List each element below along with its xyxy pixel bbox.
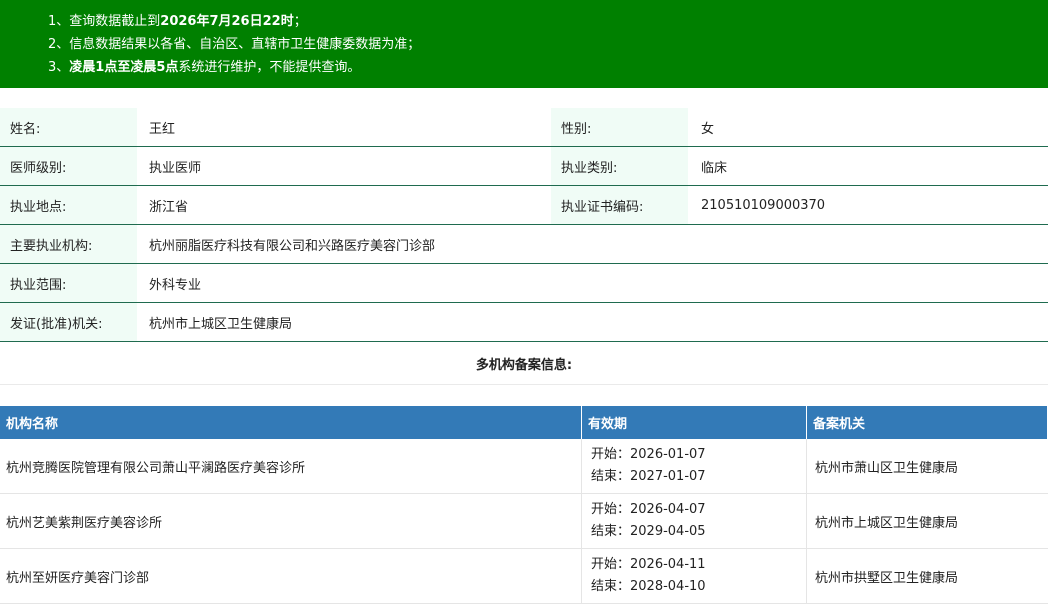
notice-line-3-end: 系统进行维护，不能提供查询。 xyxy=(178,60,361,75)
table-row: 杭州竞腾医院管理有限公司萧山平澜路医疗美容诊所 开始：2026-01-07 结束… xyxy=(0,439,1048,494)
location-value: 浙江省 xyxy=(149,199,189,215)
scope-value: 外科专业 xyxy=(149,277,202,293)
notice-line-1-end: ； xyxy=(293,14,307,29)
validity-start: 开始：2026-04-07 xyxy=(591,502,706,517)
location-label: 执业地点: xyxy=(0,186,137,224)
institution-label: 主要执业机构: xyxy=(0,225,137,263)
multi-institution-title: 多机构备案信息: xyxy=(0,343,1048,385)
validity-end: 结束：2027-01-07 xyxy=(591,469,706,484)
cert-value: 210510109000370 xyxy=(701,197,826,213)
table-row: 杭州至妍医疗美容门诊部 开始：2026-04-11 结束：2028-04-10 … xyxy=(0,549,1048,604)
info-row-name: 姓名: 王红 性别: 女 xyxy=(0,108,1048,147)
info-row-level: 医师级别: 执业医师 执业类别: 临床 xyxy=(0,147,1048,186)
category-label: 执业类别: xyxy=(551,147,688,185)
institution-value: 杭州丽脂医疗科技有限公司和兴路医疗美容门诊部 xyxy=(149,238,436,254)
row-validity: 开始：2026-04-11 结束：2028-04-10 xyxy=(582,549,807,603)
validity-end: 结束：2029-04-05 xyxy=(591,524,706,539)
table-header: 机构名称 有效期 备案机关 xyxy=(0,406,1048,439)
row-institution-name: 杭州至妍医疗美容门诊部 xyxy=(0,549,582,603)
row-validity: 开始：2026-01-07 结束：2027-01-07 xyxy=(582,439,807,493)
row-institution-name: 杭州艺美紫荆医疗美容诊所 xyxy=(0,494,582,548)
table-row: 杭州艺美紫荆医疗美容诊所 开始：2026-04-07 结束：2029-04-05… xyxy=(0,494,1048,549)
notice-line-1: 1、查询数据截止到2026年7月26日22时； xyxy=(48,10,1048,33)
category-value: 临床 xyxy=(701,160,728,176)
info-row-scope: 执业范围: 外科专业 xyxy=(0,264,1048,303)
issuer-value: 杭州市上城区卫生健康局 xyxy=(149,316,293,332)
level-label: 医师级别: xyxy=(0,147,137,185)
row-agency: 杭州市萧山区卫生健康局 xyxy=(815,460,959,476)
notice-banner: 1、查询数据截止到2026年7月26日22时； 2、信息数据结果以各省、自治区、… xyxy=(0,0,1048,88)
notice-line-2: 2、信息数据结果以各省、自治区、直辖市卫生健康委数据为准； xyxy=(48,37,421,52)
issuer-label: 发证(批准)机关: xyxy=(0,303,137,341)
notice-line-3-text: 3、 xyxy=(48,60,70,75)
validity-start: 开始：2026-04-11 xyxy=(591,557,706,572)
cert-label: 执业证书编码: xyxy=(551,186,688,224)
info-row-institution: 主要执业机构: 杭州丽脂医疗科技有限公司和兴路医疗美容门诊部 xyxy=(0,225,1048,264)
name-label: 姓名: xyxy=(0,108,137,146)
header-institution-name: 机构名称 xyxy=(0,406,582,439)
row-agency: 杭州市拱墅区卫生健康局 xyxy=(815,570,959,586)
notice-line-1-text: 1、查询数据截止到 xyxy=(48,14,161,29)
validity-start: 开始：2026-01-07 xyxy=(591,447,706,462)
scope-label: 执业范围: xyxy=(0,264,137,302)
notice-line-3: 3、凌晨1点至凌晨5点系统进行维护，不能提供查询。 xyxy=(48,56,1048,79)
header-agency: 备案机关 xyxy=(807,406,1048,439)
gender-value: 女 xyxy=(701,121,715,137)
name-value: 王红 xyxy=(149,121,176,137)
header-validity: 有效期 xyxy=(582,406,807,439)
doctor-info-table: 姓名: 王红 性别: 女 医师级别: 执业医师 执业类别: 临床 执业地点: 浙… xyxy=(0,108,1048,342)
level-value: 执业医师 xyxy=(149,160,202,176)
info-row-issuer: 发证(批准)机关: 杭州市上城区卫生健康局 xyxy=(0,303,1048,342)
info-row-location: 执业地点: 浙江省 执业证书编码: 210510109000370 xyxy=(0,186,1048,225)
gender-label: 性别: xyxy=(551,108,688,146)
row-validity: 开始：2026-04-07 结束：2029-04-05 xyxy=(582,494,807,548)
validity-end: 结束：2028-04-10 xyxy=(591,579,706,594)
multi-institution-table: 机构名称 有效期 备案机关 杭州竞腾医院管理有限公司萧山平澜路医疗美容诊所 开始… xyxy=(0,406,1048,604)
row-institution-name: 杭州竞腾医院管理有限公司萧山平澜路医疗美容诊所 xyxy=(0,439,582,493)
notice-line-1-date: 2026年7月26日22时 xyxy=(160,14,294,29)
row-agency: 杭州市上城区卫生健康局 xyxy=(815,515,959,531)
notice-line-3-time: 凌晨1点至凌晨5点 xyxy=(69,60,179,75)
